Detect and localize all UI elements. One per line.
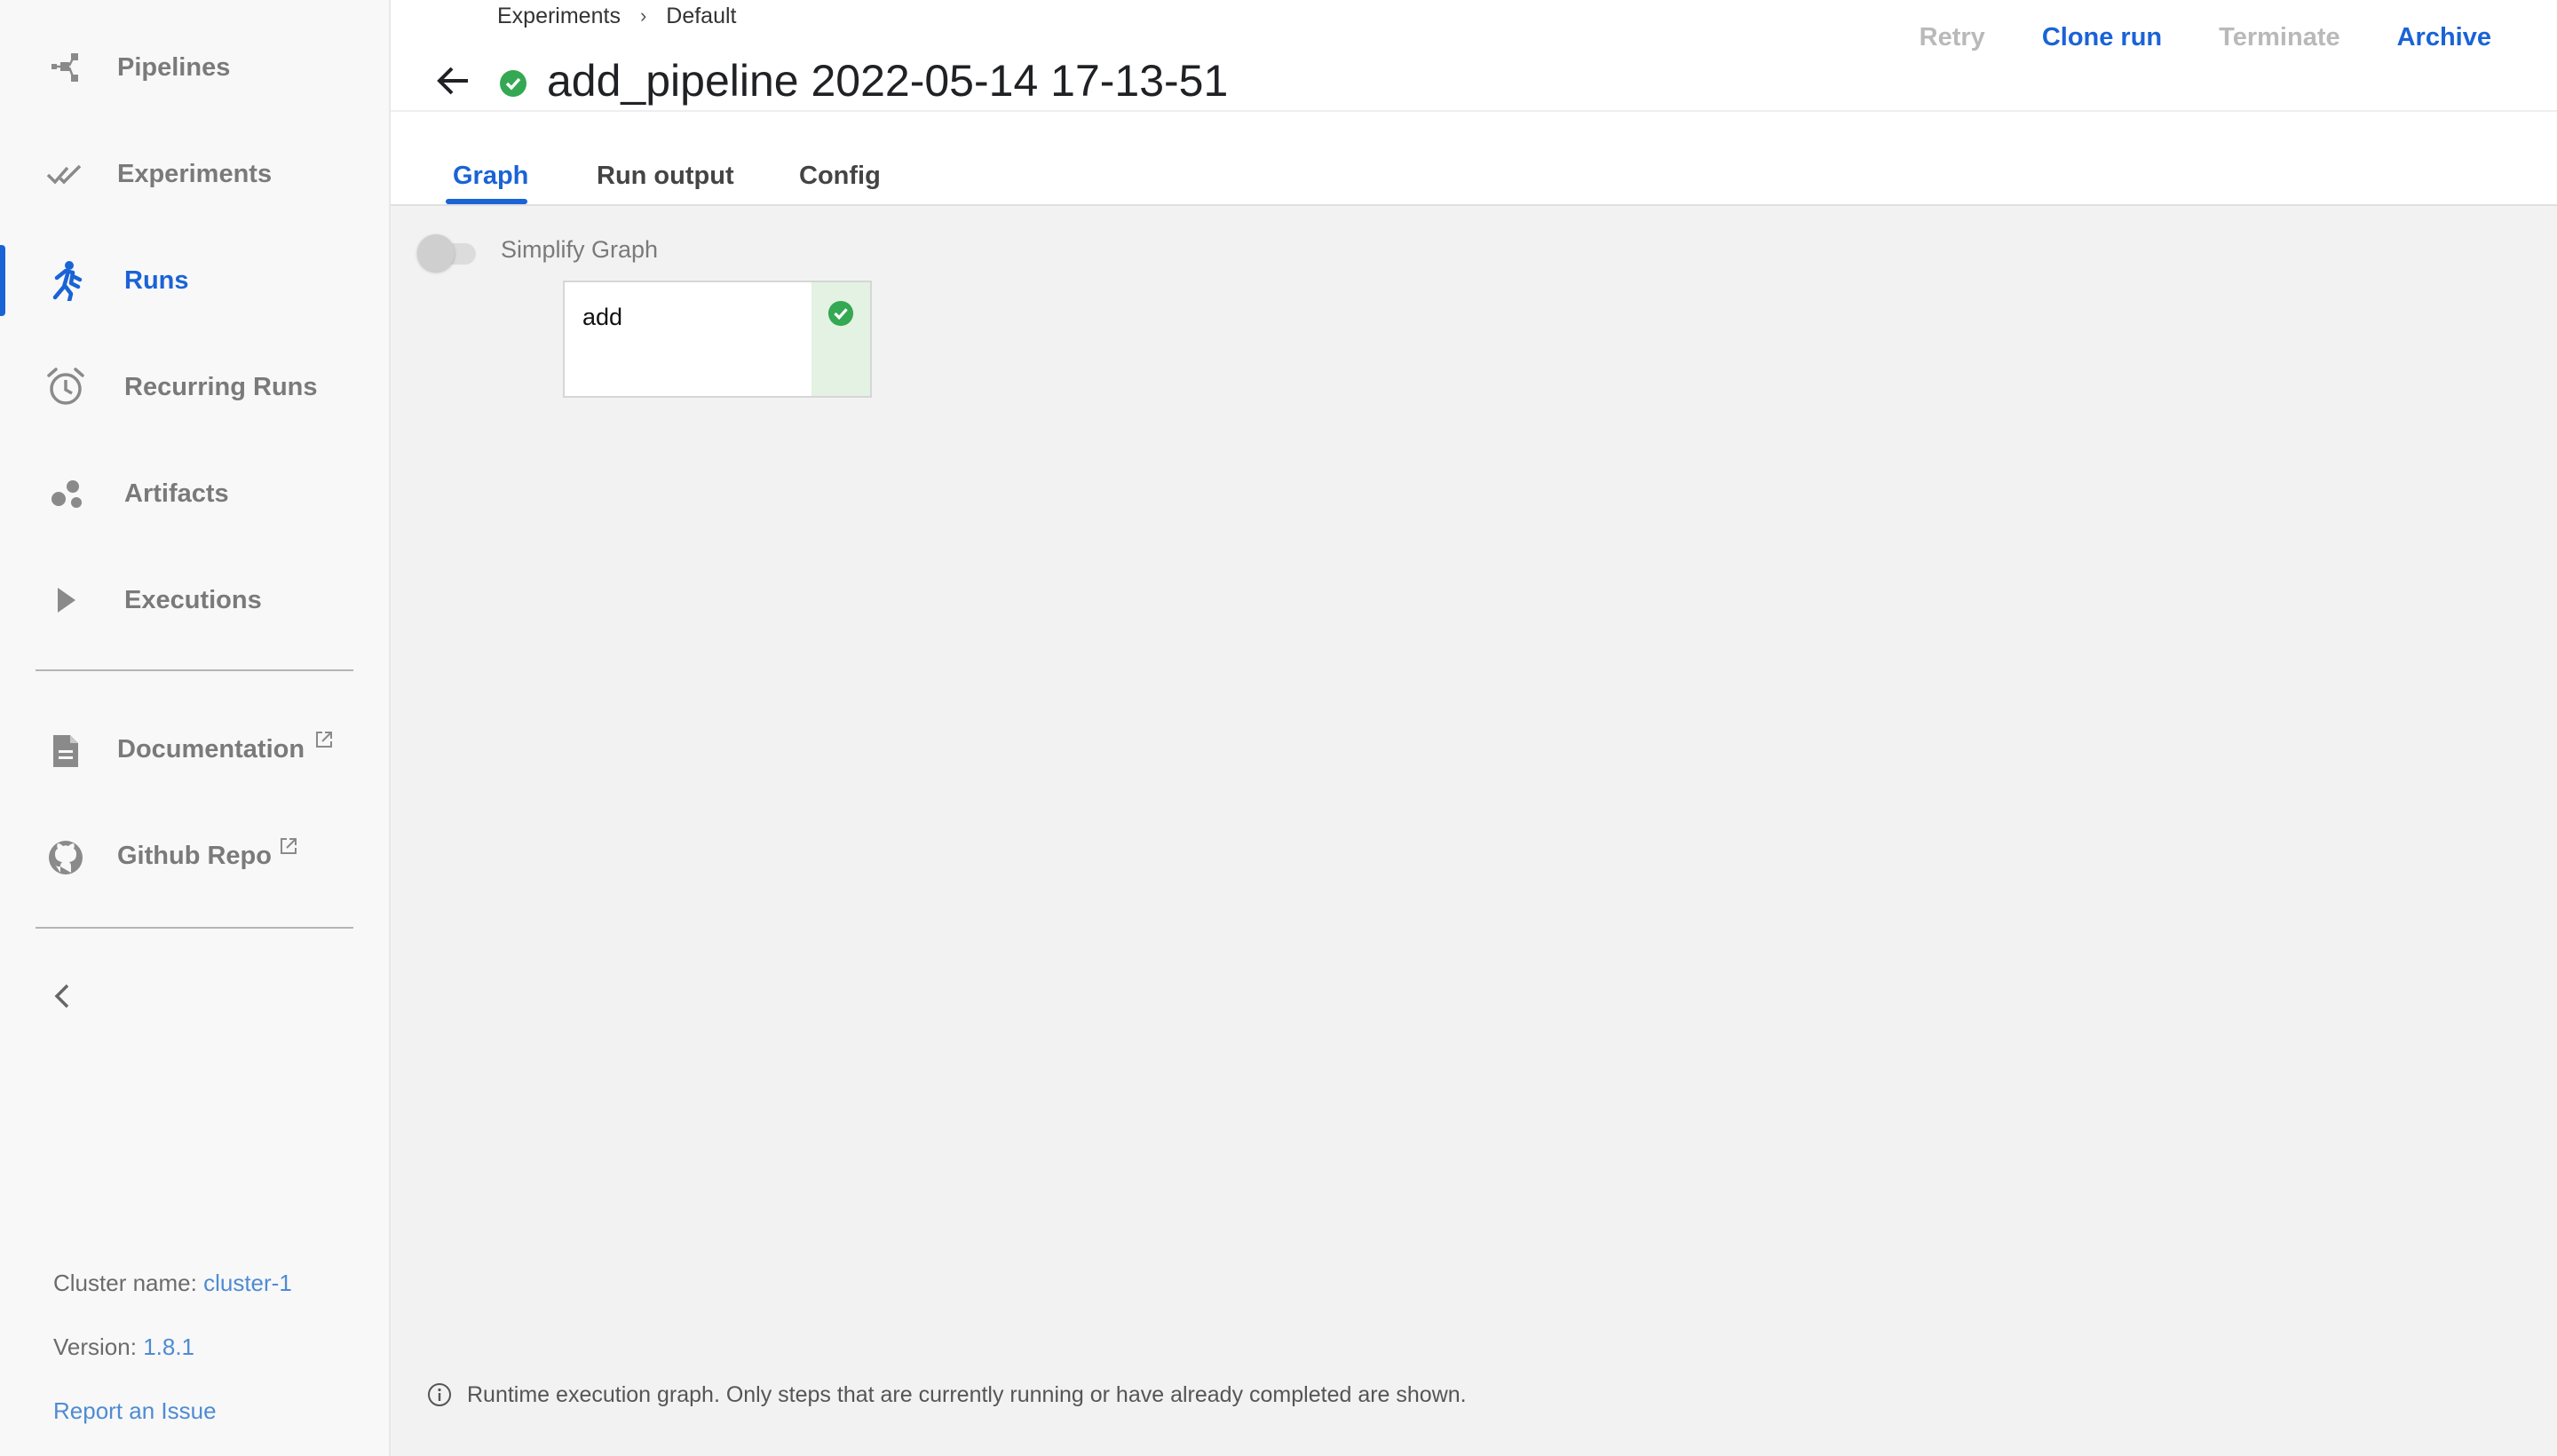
- alarm-clock-icon: [44, 366, 87, 408]
- runs-icon: [44, 259, 87, 302]
- active-tab-indicator: [446, 199, 527, 204]
- play-icon: [44, 579, 87, 621]
- version-label: Version:: [53, 1333, 137, 1360]
- sidebar-item-label: Executions: [124, 585, 262, 614]
- clone-run-button[interactable]: Clone run: [2014, 23, 2190, 52]
- graph-info-text: Runtime execution graph. Only steps that…: [467, 1381, 1467, 1407]
- document-icon: [44, 730, 87, 772]
- sidebar-divider: [36, 669, 353, 671]
- github-icon: [44, 836, 87, 879]
- breadcrumb-experiments[interactable]: Experiments: [497, 4, 621, 29]
- tabs-bar: Graph Run output Config: [391, 114, 2557, 206]
- sidebar-item-label: Recurring Runs: [124, 372, 318, 401]
- simplify-graph-label: Simplify Graph: [501, 236, 659, 263]
- arrow-left-icon: [437, 67, 468, 95]
- back-button[interactable]: [433, 60, 474, 101]
- cluster-name: Cluster name: cluster-1: [53, 1270, 292, 1297]
- chevron-right-icon: ›: [639, 4, 647, 27]
- success-check-icon: [827, 300, 854, 327]
- report-issue-link[interactable]: Report an Issue: [53, 1397, 217, 1425]
- sidebar-item-label: Documentation: [117, 735, 305, 764]
- tab-graph[interactable]: Graph: [453, 162, 528, 191]
- chevron-left-icon: [54, 984, 69, 1009]
- breadcrumb-default[interactable]: Default: [666, 4, 736, 29]
- graph-node-add[interactable]: add: [563, 281, 872, 398]
- success-check-icon: [500, 70, 526, 97]
- toolbar-actions: Retry Clone run Terminate Archive: [1891, 23, 2491, 52]
- tab-config[interactable]: Config: [799, 162, 881, 191]
- version: Version: 1.8.1: [53, 1333, 194, 1361]
- sidebar-item-executions[interactable]: Executions: [0, 556, 389, 645]
- sidebar-item-label: Runs: [124, 265, 189, 295]
- sidebar-item-label: Pipelines: [117, 52, 231, 82]
- sidebar-item-label: Artifacts: [124, 479, 229, 508]
- toggle-thumb: [417, 234, 455, 272]
- sidebar-item-runs[interactable]: Runs: [0, 236, 389, 325]
- sidebar-item-artifacts[interactable]: Artifacts: [0, 449, 389, 538]
- sidebar-item-pipelines[interactable]: Pipelines: [0, 23, 389, 112]
- graph-node-status: [811, 282, 870, 396]
- page-header: Experiments › Default add_pipeline 2022-…: [391, 0, 2557, 112]
- sidebar-item-experiments[interactable]: Experiments: [0, 130, 389, 218]
- cluster-name-value: cluster-1: [203, 1270, 292, 1296]
- experiments-icon: [44, 153, 87, 195]
- pipelines-icon: [44, 46, 87, 89]
- sidebar-item-recurring-runs[interactable]: Recurring Runs: [0, 343, 389, 431]
- graph-node-label: add: [582, 304, 623, 330]
- version-value[interactable]: 1.8.1: [143, 1333, 194, 1360]
- graph-info-bar: Runtime execution graph. Only steps that…: [426, 1381, 1467, 1408]
- sidebar-item-documentation[interactable]: Documentation: [0, 707, 389, 795]
- collapse-sidebar-button[interactable]: [44, 978, 80, 1014]
- sidebar-item-github-repo[interactable]: Github Repo: [0, 813, 389, 902]
- terminate-button[interactable]: Terminate: [2190, 23, 2368, 52]
- graph-canvas: Simplify Graph add Runtime execution gra…: [391, 206, 2557, 1456]
- info-icon: [428, 1383, 451, 1406]
- sidebar-divider: [36, 927, 353, 929]
- cluster-name-label: Cluster name:: [53, 1270, 197, 1296]
- sidebar-item-label: Github Repo: [117, 842, 272, 870]
- external-link-icon: [281, 838, 297, 854]
- retry-button[interactable]: Retry: [1891, 23, 2014, 52]
- artifacts-icon: [44, 472, 87, 515]
- sidebar: Pipelines Experiments Runs Recurring Run…: [0, 0, 391, 1456]
- breadcrumb: Experiments › Default: [497, 2, 737, 30]
- tab-run-output[interactable]: Run output: [597, 162, 734, 191]
- archive-button[interactable]: Archive: [2369, 23, 2491, 52]
- simplify-graph-toggle[interactable]: [417, 231, 481, 272]
- sidebar-item-label: Experiments: [117, 159, 273, 188]
- page-title: add_pipeline 2022-05-14 17-13-51: [547, 56, 1229, 106]
- external-link-icon: [316, 732, 332, 748]
